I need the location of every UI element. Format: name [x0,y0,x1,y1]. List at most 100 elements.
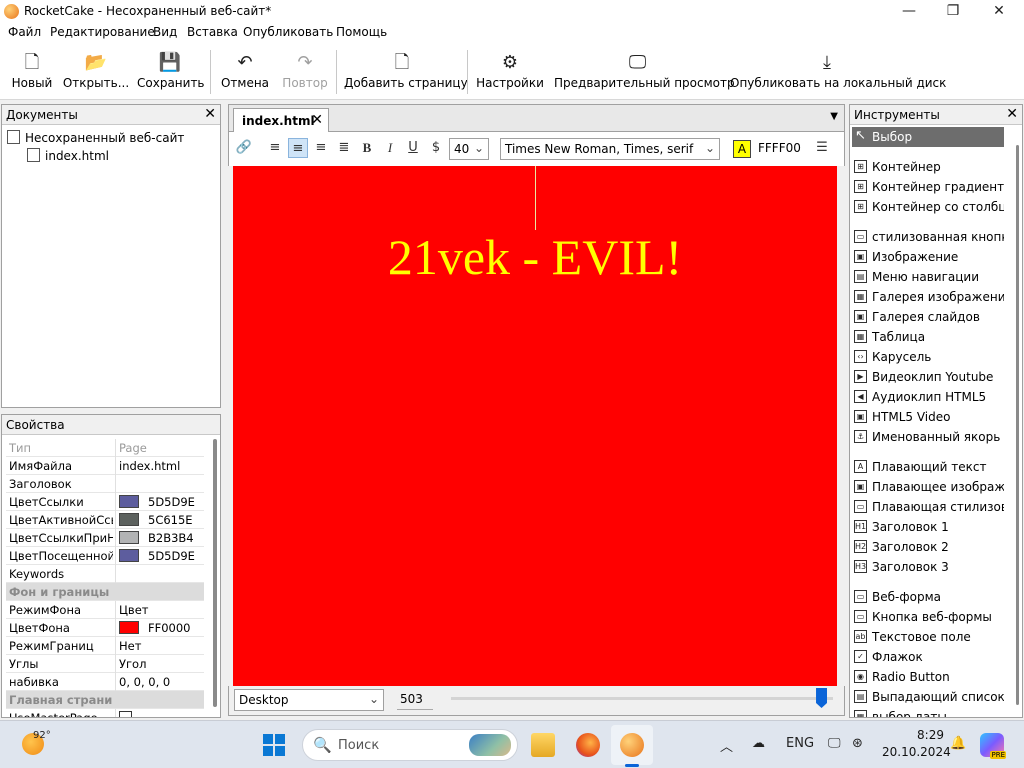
tool-item[interactable]: ⊞ Контейнер [852,157,1004,177]
property-row[interactable]: ЦветСсылки 5D5D9E [6,493,204,511]
tool-item[interactable]: ▣ HTML5 Video [852,407,1004,427]
tab-index-html[interactable]: index.html ✕ [233,108,329,133]
property-row[interactable]: Keywords [6,565,204,583]
settings-button[interactable]: ⚙ Настройки [476,50,544,98]
tool-item[interactable]: ▭ стилизованная кнопка [852,227,1004,247]
display-icon[interactable]: 🖵 [828,736,841,751]
menu-insert[interactable]: Вставка [187,25,238,39]
add-page-button[interactable]: 🗋 Добавить страницу [344,50,468,98]
color-swatch[interactable] [119,495,139,508]
tool-item[interactable]: ⊞Контейнер со столбцами [852,197,1004,217]
publish-local-button[interactable]: ⤓ Опубликовать на локальный диск [730,50,946,98]
tree-item-page[interactable]: index.html [27,148,109,163]
menu-view[interactable]: Вид [153,25,177,39]
property-row[interactable]: ЦветСсылкиПриНаведении B2B3B4 [6,529,204,547]
canvas-heading-text[interactable]: 21vek - EVIL! [233,228,837,286]
tool-item[interactable]: ▣ Галерея слайдов [852,307,1004,327]
maximize-button[interactable]: ❐ [930,0,976,22]
tool-item[interactable]: ▦ Галерея изображений [852,287,1004,307]
start-button[interactable] [263,734,285,756]
property-row[interactable]: РежимГраниц Нет [6,637,204,655]
close-window-button[interactable]: ✕ [976,0,1022,22]
text-color-button[interactable]: A [733,140,751,158]
page-canvas[interactable]: 21vek - EVIL! [233,166,837,686]
tool-item[interactable]: ‹› Карусель [852,347,1004,367]
language-indicator[interactable]: ENG [786,736,814,751]
align-right-icon[interactable]: ≡ [311,138,331,158]
tool-item[interactable]: ▶ Видеоклип Youtube [852,367,1004,387]
network-icon[interactable]: ⊛ [852,736,863,751]
tool-item[interactable]: ab Текстовое поле [852,627,1004,647]
underline-icon[interactable]: U [403,138,423,158]
chevron-up-icon[interactable]: ︿ [720,736,733,755]
align-center-icon[interactable]: ≡ [288,138,308,158]
menu-file[interactable]: Файл [8,25,41,39]
color-swatch[interactable] [119,513,139,526]
tool-item[interactable]: H3 Заголовок 3 [852,557,1004,577]
tool-item[interactable]: ▭ Веб-форма [852,587,1004,607]
menu-publish[interactable]: Опубликовать [243,25,333,39]
property-row[interactable]: набивка 0, 0, 0, 0 [6,673,204,691]
firefox-icon[interactable] [576,733,600,757]
dollar-icon[interactable]: $ [426,138,446,158]
open-button[interactable]: 📂 Открыть... [62,50,130,98]
properties-section-master-page[interactable]: Главная страница [6,691,204,709]
property-row[interactable]: Углы Угол [6,655,204,673]
close-tab-icon[interactable]: ✕ [311,112,323,128]
font-size-select[interactable]: 40 ⌄ [449,138,489,160]
view-mode-select[interactable]: Desktop ⌄ [234,689,384,711]
tool-item[interactable]: ⊞ Контейнер градиента [852,177,1004,197]
tool-item[interactable]: ▭Плавающая стилизованная кнопка [852,497,1004,517]
page-width-value[interactable]: 503 [397,690,433,710]
tool-item[interactable]: ⚓ Именованный якорь [852,427,1004,447]
property-row[interactable]: ЦветПосещеннойСсылки 5D5D9E [6,547,204,565]
tool-item[interactable]: H1 Заголовок 1 [852,517,1004,537]
property-row[interactable]: ЦветФона FF0000 [6,619,204,637]
tool-item[interactable]: ▤ Меню навигации [852,267,1004,287]
tool-item[interactable]: H2 Заголовок 2 [852,537,1004,557]
system-clock[interactable]: 8:29 20.10.2024 [882,727,951,761]
align-left-icon[interactable]: ≡ [265,138,285,158]
link-icon[interactable]: 🔗 [234,138,254,158]
tool-item[interactable]: ▭ Кнопка веб-формы [852,607,1004,627]
tool-item[interactable]: ▦ Таблица [852,327,1004,347]
tools-scrollbar[interactable] [1016,145,1019,705]
property-row[interactable]: UseMasterPage [6,709,204,717]
color-swatch[interactable] [119,621,139,634]
color-swatch[interactable] [119,549,139,562]
tab-list-dropdown-icon[interactable]: ▼ [830,111,838,122]
close-icon[interactable]: ✕ [1006,106,1018,122]
tool-item[interactable]: ▣ Изображение [852,247,1004,267]
list-icon[interactable]: ☰ [812,138,832,158]
properties-section-background[interactable]: Фон и границы [6,583,204,601]
property-row[interactable]: РежимФона Цвет [6,601,204,619]
tool-item[interactable]: ▦ выбор даты [852,707,1004,717]
use-master-page-checkbox[interactable] [119,711,132,717]
taskbar-search-box[interactable]: 🔍 Поиск [302,729,518,761]
font-family-select[interactable]: Times New Roman, Times, serif ⌄ [500,138,720,160]
file-explorer-icon[interactable] [531,733,555,757]
bold-icon[interactable]: B [357,138,377,158]
color-swatch[interactable] [119,531,139,544]
close-icon[interactable]: ✕ [204,106,216,122]
tool-item[interactable]: ✓ Флажок [852,647,1004,667]
tool-item[interactable]: ▤ Выпадающий список [852,687,1004,707]
tree-item-site[interactable]: Несохраненный веб-сайт [7,130,184,145]
menu-edit[interactable]: Редактирование [50,25,155,39]
rocketcake-taskbar-icon[interactable] [620,733,644,757]
copilot-icon[interactable]: PRE [980,733,1006,759]
preview-button[interactable]: 🖵 Предварительный просмотр [554,50,735,98]
notification-bell-icon[interactable]: 🔔 [950,736,966,751]
properties-scrollbar[interactable] [213,439,217,707]
save-button[interactable]: 💾 Сохранить [137,50,205,98]
tool-item[interactable]: ▣Плавающее изображение [852,477,1004,497]
width-slider-thumb[interactable] [816,688,828,708]
tool-item-select[interactable]: ↖ Выбор [852,127,1004,147]
width-slider-track[interactable] [451,697,833,700]
undo-button[interactable]: ↶ Отмена [218,50,272,98]
tool-item[interactable]: ◀ Аудиоклип HTML5 [852,387,1004,407]
property-row[interactable]: ИмяФайла index.html [6,457,204,475]
property-row[interactable]: ЦветАктивнойСсылки 5C615E [6,511,204,529]
new-button[interactable]: 🗋 Новый [8,50,56,98]
tool-item[interactable]: ◉ Radio Button [852,667,1004,687]
